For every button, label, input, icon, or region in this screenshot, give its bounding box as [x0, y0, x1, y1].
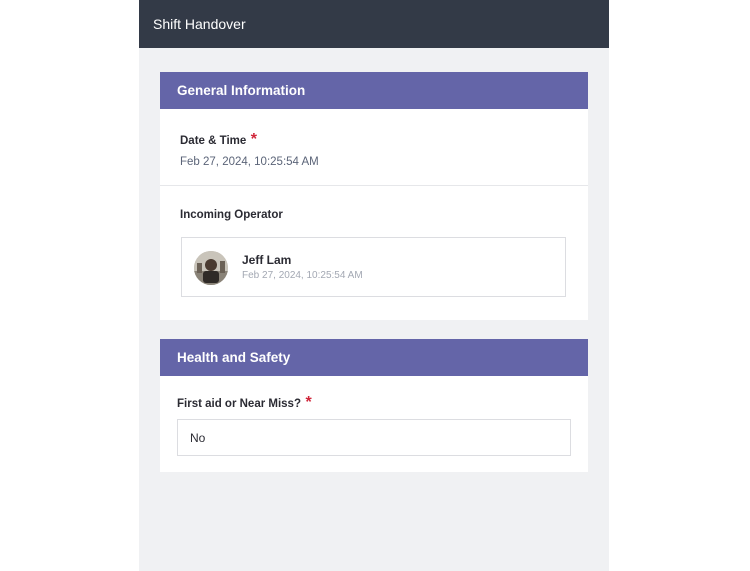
date-time-label: Date & Time	[180, 135, 247, 147]
date-time-required-marker: *	[250, 131, 257, 148]
general-information-title: General Information	[177, 83, 306, 98]
section-divider	[160, 185, 588, 186]
operator-name: Jeff Lam	[242, 253, 292, 267]
first-aid-label-row: First aid or Near Miss? *	[177, 394, 312, 412]
health-safety-section: Health and Safety First aid or Near Miss…	[160, 339, 588, 472]
health-safety-header: Health and Safety	[160, 339, 588, 376]
operator-avatar	[194, 251, 228, 285]
general-information-section: General Information Date & Time * Feb 27…	[160, 72, 588, 320]
date-time-field: Date & Time * Feb 27, 2024, 10:25:54 AM	[180, 131, 319, 168]
first-aid-value: No	[190, 430, 206, 445]
general-information-header: General Information	[160, 72, 588, 109]
incoming-operator-label: Incoming Operator	[180, 209, 283, 221]
first-aid-required-marker: *	[305, 394, 312, 411]
incoming-operator-card[interactable]: Jeff Lam Feb 27, 2024, 10:25:54 AM	[181, 237, 566, 297]
health-safety-title: Health and Safety	[177, 350, 291, 365]
page-title: Shift Handover	[153, 16, 246, 32]
avatar-photo-icon	[194, 251, 228, 285]
top-bar: Shift Handover	[139, 0, 609, 48]
operator-timestamp: Feb 27, 2024, 10:25:54 AM	[242, 270, 363, 281]
shift-handover-app: Shift Handover General Information Date …	[139, 0, 609, 571]
first-aid-label: First aid or Near Miss?	[177, 398, 301, 410]
first-aid-select[interactable]: No	[177, 419, 571, 456]
date-time-value[interactable]: Feb 27, 2024, 10:25:54 AM	[180, 156, 319, 168]
